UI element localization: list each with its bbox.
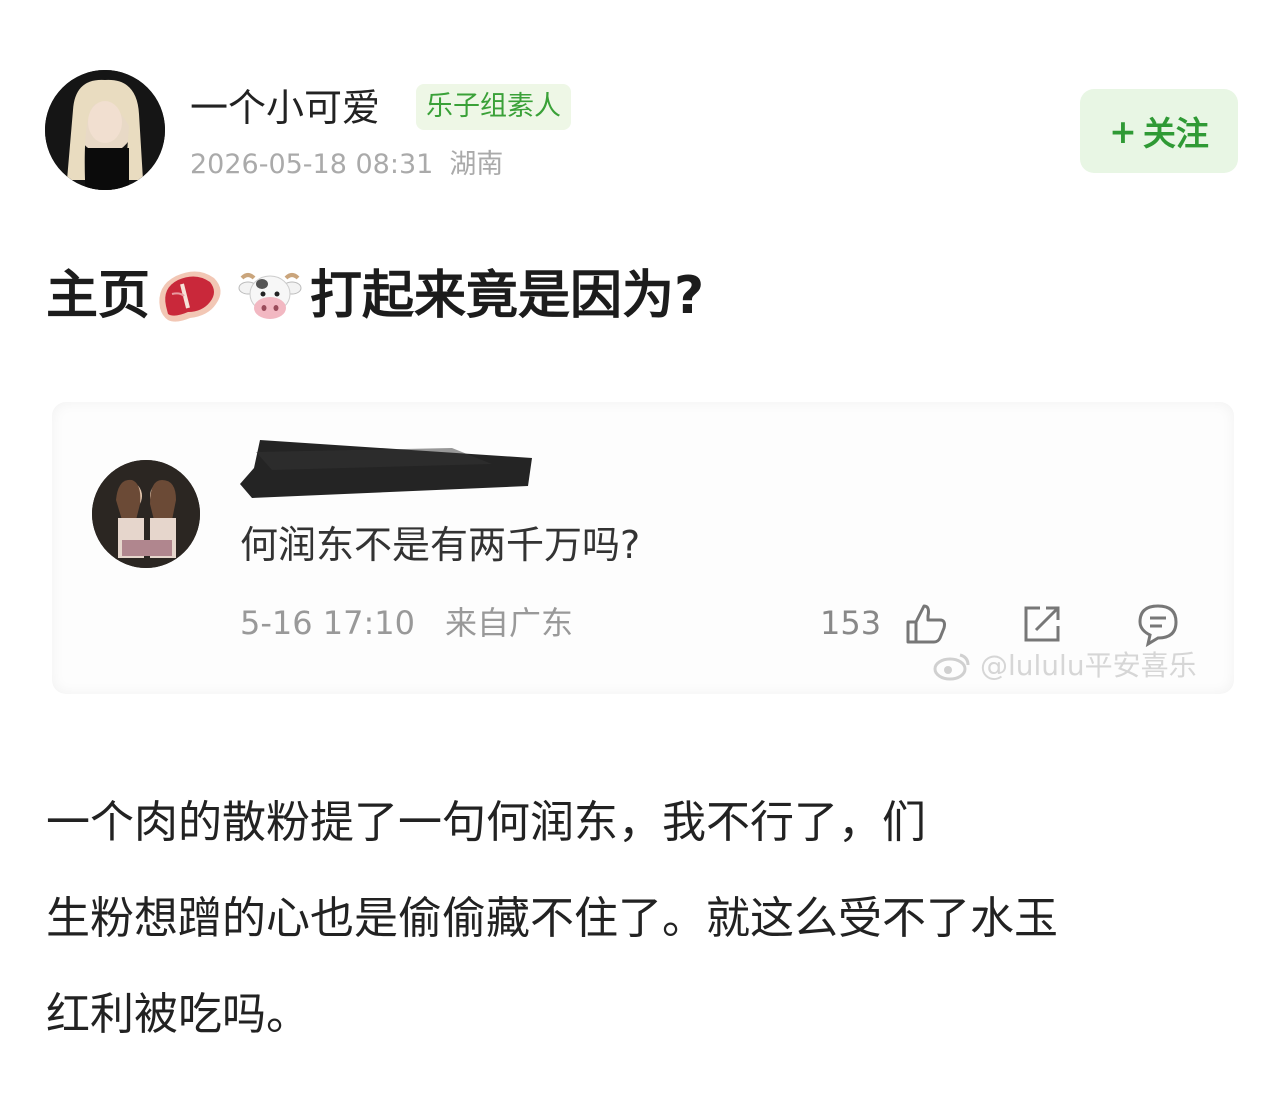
meat-emoji: [154, 264, 226, 328]
comment-text: 何润东不是有两千万吗?: [240, 523, 641, 567]
comment-icon[interactable]: [1134, 600, 1182, 648]
follow-button[interactable]: + 关注: [1080, 89, 1238, 173]
author-avatar[interactable]: [45, 70, 165, 190]
watermark: @lululu平安喜乐: [932, 648, 1197, 684]
like-count: 153: [820, 604, 882, 642]
body-line: 生粉想蹭的心也是偷偷藏不住了。就这么受不了水玉: [46, 893, 1058, 944]
redaction-mark: [240, 440, 532, 498]
post-location: 湖南: [449, 149, 504, 180]
commenter-avatar: [92, 460, 200, 568]
title-suffix: 打起来竟是因为?: [310, 266, 705, 326]
body-line: 一个肉的散粉提了一句何润东，我不行了，们: [46, 797, 926, 848]
post-body: 一个肉的散粉提了一句何润东，我不行了，们 生粉想蹭的心也是偷偷藏不住了。就这么受…: [46, 775, 1246, 1063]
plus-icon: +: [1109, 111, 1137, 151]
post-date: 2026-05-18 08:31: [190, 149, 434, 180]
post-title: 主页 打起来竟是因为?: [46, 262, 704, 330]
comment-meta: 5-16 17:10 来自广东: [240, 602, 573, 644]
cow-emoji: [234, 264, 306, 328]
title-prefix: 主页: [46, 266, 151, 326]
comment-date: 5-16 17:10: [240, 604, 416, 642]
watermark-text: @lululu平安喜乐: [980, 649, 1197, 682]
weibo-logo-icon: [933, 653, 970, 681]
share-icon[interactable]: [1018, 600, 1066, 648]
author-name[interactable]: 一个小可爱: [190, 86, 380, 130]
comment-source: 来自广东: [445, 604, 574, 642]
author-badge: 乐子组素人: [416, 84, 571, 130]
thumbs-up-icon[interactable]: [902, 600, 950, 648]
embedded-screenshot[interactable]: 何润东不是有两千万吗? 5-16 17:10 来自广东 153 @lululu平安…: [52, 402, 1234, 694]
post-meta: 2026-05-18 08:31 湖南: [190, 148, 503, 182]
body-line: 红利被吃吗。: [46, 989, 310, 1040]
follow-label: 关注: [1142, 114, 1209, 153]
